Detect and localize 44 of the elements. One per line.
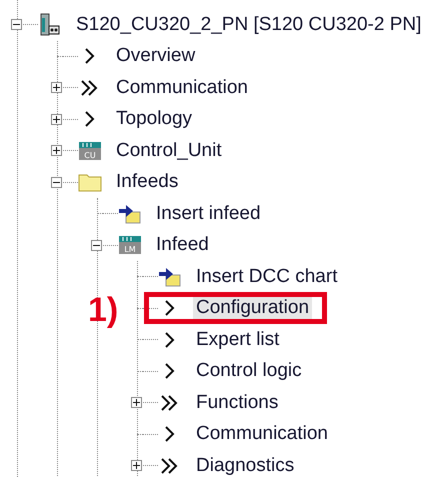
tree-item[interactable]: Functions xyxy=(193,392,282,414)
expander-button[interactable] xyxy=(51,114,62,125)
plus-icon xyxy=(53,84,60,92)
expander-button[interactable] xyxy=(51,82,62,94)
chevron-icon xyxy=(164,330,176,349)
tree-item[interactable]: Control logic xyxy=(193,360,305,382)
tree-item[interactable]: Insert infeed xyxy=(153,202,264,225)
plus-icon xyxy=(133,462,140,470)
insert-icon xyxy=(158,266,182,287)
tree-item[interactable]: Topology xyxy=(113,108,196,130)
device-icon xyxy=(38,12,62,37)
chevron-icon xyxy=(84,110,96,128)
chevron-icon xyxy=(164,299,176,318)
tree-item[interactable]: Diagnostics xyxy=(193,454,298,477)
expander-button[interactable] xyxy=(51,176,62,188)
callout-label: 1) xyxy=(88,291,118,330)
tree-item[interactable]: Insert DCC chart xyxy=(193,266,340,288)
chevron-icon xyxy=(164,425,176,444)
tree-item[interactable]: S120_CU320_2_PN [S120 CU320-2 PN] xyxy=(73,14,423,36)
tree-item[interactable]: Infeeds xyxy=(113,171,182,194)
tree-item[interactable]: Control_Unit xyxy=(113,140,225,162)
double-chevron-icon xyxy=(160,394,180,412)
double-chevron-icon xyxy=(80,78,100,97)
folder-icon xyxy=(78,172,102,192)
tree-item[interactable]: Expert list xyxy=(193,328,282,351)
icon-label: LM xyxy=(124,245,136,254)
plus-icon xyxy=(133,399,140,406)
expander-button[interactable] xyxy=(51,145,62,156)
tree-item[interactable]: Configuration xyxy=(193,297,312,320)
plus-icon xyxy=(53,147,60,154)
expander-button[interactable] xyxy=(11,19,22,30)
double-chevron-icon xyxy=(160,456,180,475)
chevron-icon xyxy=(164,362,176,380)
tree-item[interactable]: Communication xyxy=(193,423,331,446)
plus-icon xyxy=(53,116,60,123)
insert-icon xyxy=(118,204,142,224)
tree-item[interactable]: Overview xyxy=(113,45,198,68)
icon-label: CU xyxy=(84,150,96,160)
expander-button[interactable] xyxy=(131,397,142,408)
expander-button[interactable] xyxy=(91,240,102,251)
tree-item[interactable]: Communication xyxy=(113,76,251,99)
expander-button[interactable] xyxy=(131,460,142,472)
tree-item[interactable]: Infeed xyxy=(153,234,212,256)
chevron-icon xyxy=(84,47,96,66)
